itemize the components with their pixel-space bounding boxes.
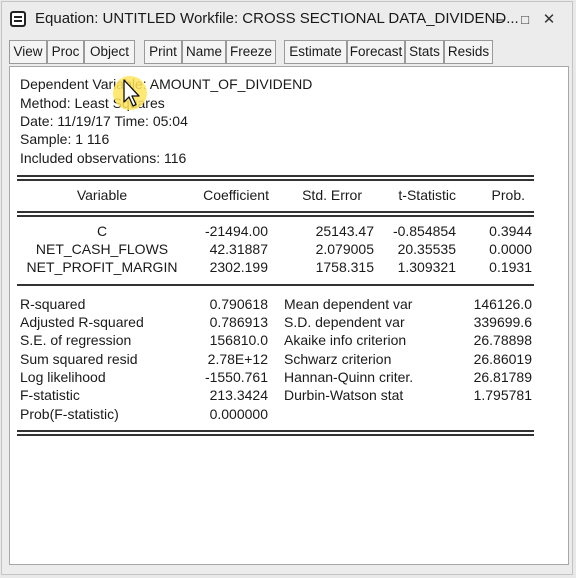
t-statistic-cell: 1.309321: [397, 259, 456, 275]
minimize-icon[interactable]: –: [489, 8, 511, 32]
stat-label: Log likelihood: [20, 369, 106, 385]
stat-value: 0.786913: [209, 314, 268, 330]
estimation-output[interactable]: Dependent Variable: AMOUNT_OF_DIVIDEND M…: [9, 66, 569, 565]
stat-label: F-statistic: [20, 387, 80, 403]
close-icon[interactable]: ✕: [538, 8, 560, 32]
stat-value: 26.86019: [473, 351, 532, 367]
stat-value: 339699.6: [473, 314, 532, 330]
std-error-cell: 1758.315: [315, 259, 374, 275]
prob-cell: 0.0000: [489, 241, 532, 257]
stat-value: 26.78898: [473, 332, 532, 348]
std-error-header: Std. Error: [302, 187, 362, 203]
estimate-button[interactable]: Estimate: [284, 40, 347, 64]
table-divider: [17, 215, 534, 217]
maximize-icon[interactable]: □: [514, 8, 536, 32]
stat-value: 0.790618: [209, 296, 268, 312]
stats-button[interactable]: Stats: [405, 40, 444, 64]
title-bar[interactable]: Equation: UNTITLED Workfile: CROSS SECTI…: [2, 2, 572, 38]
std-error-cell: 25143.47: [315, 223, 374, 239]
prob-header: Prob.: [491, 187, 525, 203]
view-button[interactable]: View: [9, 40, 47, 64]
window-title: Equation: UNTITLED Workfile: CROSS SECTI…: [35, 10, 519, 27]
coefficient-header: Coefficient: [203, 187, 269, 203]
stat-value: 2.78E+12: [207, 351, 268, 367]
equation-window-icon[interactable]: [10, 11, 26, 27]
name-button[interactable]: Name: [182, 40, 226, 64]
freeze-button[interactable]: Freeze: [226, 40, 276, 64]
std-error-cell: 2.079005: [315, 241, 374, 257]
prob-cell: 0.1931: [489, 259, 532, 275]
stat-label: Prob(F-statistic): [20, 406, 119, 422]
stat-value: 213.3424: [209, 387, 268, 403]
stat-label: S.E. of regression: [20, 332, 132, 348]
print-button[interactable]: Print: [144, 40, 182, 64]
coefficient-cell: 42.31887: [209, 241, 268, 257]
resids-button[interactable]: Resids: [444, 40, 493, 64]
dependent-variable-line: Dependent Variable: AMOUNT_OF_DIVIDEND: [20, 75, 312, 93]
prob-cell: 0.3944: [489, 223, 532, 239]
stat-value: -1550.761: [204, 369, 268, 385]
coefficient-cell: 2302.199: [209, 259, 268, 275]
equation-toolbar: View Proc Object Print Name Freeze Estim…: [9, 40, 569, 64]
stat-value: 1.795781: [473, 387, 532, 403]
observations-line: Included observations: 116: [20, 150, 187, 166]
proc-button[interactable]: Proc: [47, 40, 84, 64]
table-divider: [17, 284, 534, 286]
stat-value: 146126.0: [473, 296, 532, 312]
dependent-variable-value: AMOUNT_OF_DIVIDEND: [149, 76, 313, 92]
stat-label: Akaike info criterion: [284, 332, 407, 348]
forecast-button[interactable]: Forecast: [347, 40, 405, 64]
table-divider: [17, 434, 534, 436]
stat-label: Schwarz criterion: [284, 351, 392, 367]
stat-value: 26.81789: [473, 369, 532, 385]
stat-label: R-squared: [20, 296, 86, 312]
stat-label: Sum squared resid: [20, 351, 138, 367]
variable-header: Variable: [76, 187, 128, 203]
stat-label: S.D. dependent var: [284, 314, 405, 330]
mouse-pointer-icon: [113, 76, 147, 110]
t-statistic-cell: -0.854854: [392, 223, 456, 239]
table-divider: [17, 430, 534, 432]
t-statistic-header: t-Statistic: [398, 187, 456, 203]
stat-label: Mean dependent var: [284, 296, 413, 312]
table-divider: [17, 211, 534, 213]
table-divider: [17, 175, 534, 177]
stat-label: Durbin-Watson stat: [284, 387, 404, 403]
equation-window: Equation: UNTITLED Workfile: CROSS SECTI…: [1, 1, 573, 575]
stat-value: 0.000000: [209, 406, 268, 422]
table-divider: [17, 179, 534, 181]
stat-label: Adjusted R-squared: [20, 314, 144, 330]
coefficient-cell: -21494.00: [204, 223, 268, 239]
date-line: Date: 11/19/17 Time: 05:04: [20, 113, 188, 129]
object-button[interactable]: Object: [84, 40, 135, 64]
sample-line: Sample: 1 116: [20, 131, 110, 147]
t-statistic-cell: 20.35535: [397, 241, 456, 257]
stat-label: Hannan-Quinn criter.: [284, 369, 414, 385]
stat-value: 156810.0: [209, 332, 268, 348]
